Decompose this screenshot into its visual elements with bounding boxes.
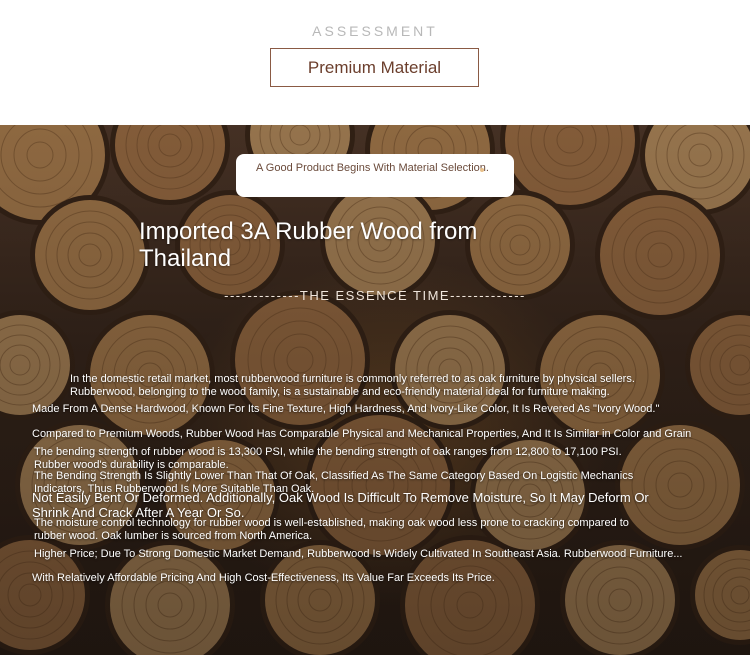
section-eyebrow: ASSESSMENT xyxy=(312,23,438,39)
paragraph-line: Not Easily Bent Or Deformed. Additionall… xyxy=(32,490,649,505)
section-title: Premium Material xyxy=(270,48,479,87)
paragraph-line: Rubberwood, belonging to the wood family… xyxy=(70,386,610,398)
paragraph-line: The bending strength of rubber wood is 1… xyxy=(34,446,622,458)
essence-subheading: -------------THE ESSENCE TIME-----------… xyxy=(224,288,526,303)
paragraph-line: Made From A Dense Hardwood, Known For It… xyxy=(32,403,660,415)
paragraph-line: With Relatively Affordable Pricing And H… xyxy=(32,572,495,584)
paragraph-line: Compared to Premium Woods, Rubber Wood H… xyxy=(32,428,692,440)
tagline-badge: A Good Product Begins With Material Sele… xyxy=(236,154,514,197)
paragraph-line: In the domestic retail market, most rubb… xyxy=(70,373,635,385)
paragraph-line: The Bending Strength Is Slightly Lower T… xyxy=(34,470,634,482)
paragraph-line: rubber wood. Oak lumber is sourced from … xyxy=(34,530,313,542)
header-section: ASSESSMENT Premium Material xyxy=(0,0,750,125)
tagline-text: A Good Product Begins With Material Sele… xyxy=(256,162,489,174)
decorative-dot xyxy=(480,168,484,172)
headline: Imported 3A Rubber Wood from Thailand xyxy=(139,218,478,272)
paragraph-line: Higher Price; Due To Strong Domestic Mar… xyxy=(34,548,683,560)
paragraph-line: The moisture control technology for rubb… xyxy=(34,517,629,529)
